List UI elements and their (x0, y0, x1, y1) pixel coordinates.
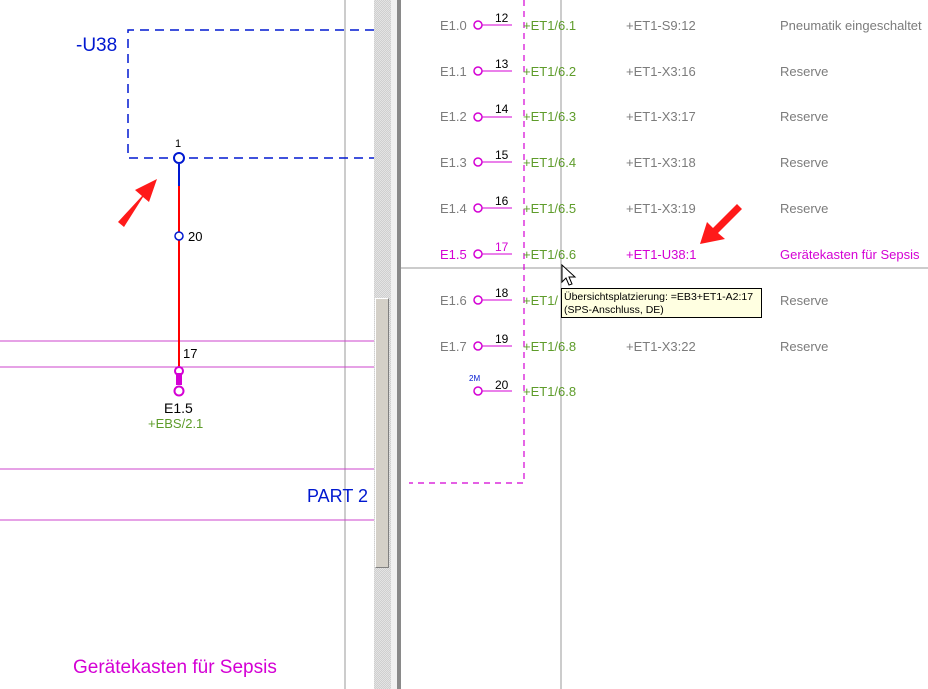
cross-reference[interactable]: +ET1/6.6 (523, 248, 576, 261)
description: Reserve (780, 339, 829, 354)
io-address: E1.1 (440, 64, 467, 79)
destination[interactable]: +ET1-X3:18 (626, 156, 696, 169)
terminal-label: E1.5 (164, 400, 193, 416)
io-address: E1.5 (440, 247, 467, 262)
io-address: E1.7 (440, 339, 467, 354)
plc-overview-pane[interactable]: E1.0 12 +ET1/6.1 +ET1-S9:12 Pneumatik ei… (401, 0, 928, 689)
device-tag-label: -U38 (76, 35, 118, 56)
destination[interactable]: +ET1-X3:22 (626, 340, 696, 353)
pin-number: 17 (495, 240, 509, 254)
io-address: E1.2 (440, 109, 467, 124)
part-label: PART 2 (307, 486, 369, 506)
terminal-bottom-circle[interactable] (173, 385, 185, 397)
pin-number: 18 (495, 286, 509, 300)
pin-prefix-label: 2M (469, 374, 481, 383)
red-arrow-icon (700, 204, 742, 244)
terminal-cross-reference[interactable]: +EBS/2.1 (148, 417, 203, 430)
destination[interactable]: +ET1-X3:17 (626, 110, 696, 123)
pin-number-1: 1 (175, 138, 182, 150)
cross-reference[interactable]: +ET1/6.1 (523, 19, 576, 32)
description-highlighted: Gerätekasten für Sepsis (780, 247, 920, 262)
schematic-editor: -U38 1 20 17 E1.5 +EBS/2.1 PART 2 Geräte… (0, 0, 928, 689)
cross-reference[interactable]: +ET1/6.4 (523, 156, 576, 169)
schematic-canvas[interactable] (0, 0, 374, 689)
pin-number: 12 (495, 11, 509, 25)
cross-reference[interactable]: +ET1/6.8 (523, 340, 576, 353)
description: Reserve (780, 64, 829, 79)
connection-point-pin-20[interactable] (174, 231, 184, 241)
description: Reserve (780, 155, 829, 170)
cross-reference[interactable]: +ET1/ (523, 294, 558, 307)
footer-description: Gerätekasten für Sepsis (73, 657, 277, 678)
destination[interactable]: +ET1-X3:16 (626, 65, 696, 78)
io-address: E1.0 (440, 18, 467, 33)
destination[interactable]: +ET1-X3:19 (626, 202, 696, 215)
pin-number: 19 (495, 332, 509, 346)
pin-number-20: 20 (188, 229, 203, 244)
io-address: E1.4 (440, 201, 467, 216)
device-box-u38[interactable] (127, 29, 374, 159)
pin-number: 20 (495, 378, 509, 392)
cross-reference[interactable]: +ET1/6.2 (523, 65, 576, 78)
tooltip-line-2: (SPS-Anschluss, DE) (564, 304, 664, 316)
description: Reserve (780, 293, 829, 308)
cross-reference[interactable]: +ET1/6.5 (523, 202, 576, 215)
description: Pneumatik eingeschaltet (780, 18, 922, 33)
wire-number-label: 17 (183, 346, 198, 361)
cross-reference[interactable]: +ET1/6.8 (523, 385, 576, 398)
schematic-drawing-pane[interactable]: -U38 1 20 17 E1.5 +EBS/2.1 PART 2 Geräte… (0, 0, 374, 689)
description: Reserve (780, 109, 829, 124)
pin-number: 13 (495, 57, 509, 71)
pane-splitter[interactable] (374, 0, 401, 689)
terminal-body[interactable] (176, 373, 182, 385)
red-arrow-icon (118, 179, 157, 227)
io-address: E1.6 (440, 293, 467, 308)
pin-number: 14 (495, 102, 509, 116)
vertical-scrollbar-thumb[interactable] (375, 298, 389, 568)
tooltip-line-1: Übersichtsplatzierung: =EB3+ET1-A2:17 (564, 291, 754, 303)
destination[interactable]: +ET1-S9:12 (626, 19, 696, 32)
description: Reserve (780, 201, 829, 216)
pin-number: 15 (495, 148, 509, 162)
cross-reference[interactable]: +ET1/6.3 (523, 110, 576, 123)
vertical-scrollbar-track[interactable] (374, 0, 391, 689)
hover-tooltip: Übersichtsplatzierung: =EB3+ET1-A2:17 (S… (561, 288, 762, 318)
destination-highlighted[interactable]: +ET1-U38:1 (626, 248, 696, 261)
pin-number: 16 (495, 194, 509, 208)
io-address: E1.3 (440, 155, 467, 170)
connection-point-pin-1[interactable] (173, 152, 185, 164)
